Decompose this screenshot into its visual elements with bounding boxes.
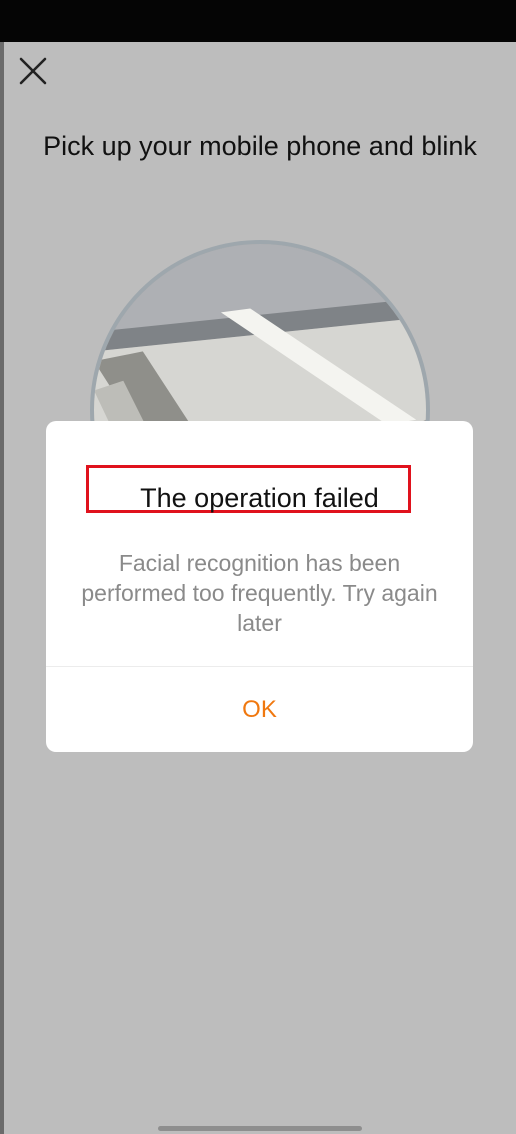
error-dialog: The operation failed Facial recognition …	[46, 421, 473, 752]
screen-edge	[0, 42, 4, 1134]
page-title: Pick up your mobile phone and blink	[43, 131, 477, 161]
home-indicator	[158, 1126, 362, 1131]
dialog-title: The operation failed	[140, 483, 379, 513]
ok-button[interactable]: OK	[46, 667, 473, 752]
status-bar	[0, 0, 516, 42]
dialog-message: Facial recognition has been performed to…	[81, 550, 438, 636]
close-button[interactable]	[14, 52, 52, 90]
close-icon	[19, 57, 47, 85]
